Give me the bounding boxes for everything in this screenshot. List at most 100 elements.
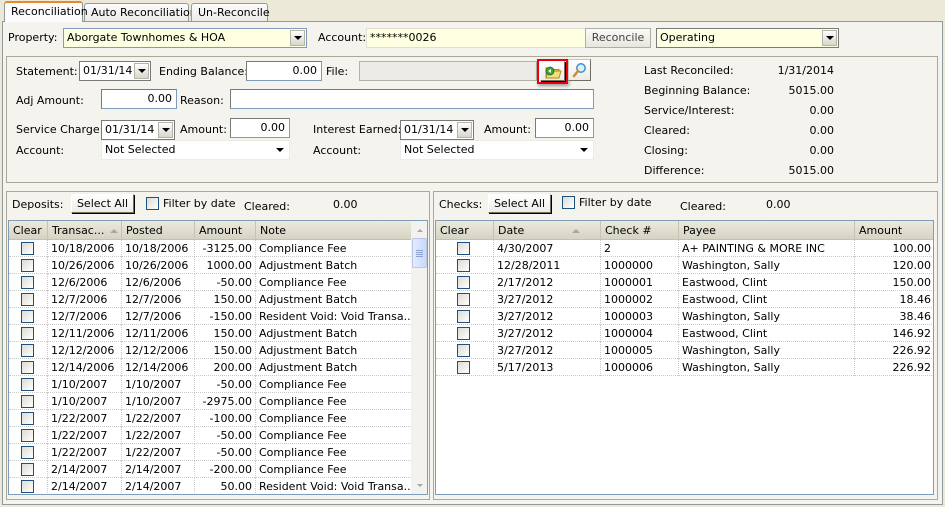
column-header-amount[interactable]: Amount [194,221,255,240]
arrow-up-icon [416,229,423,232]
reconcile-button[interactable]: Reconcile [585,28,651,48]
column-header-posted[interactable]: Posted [121,221,194,240]
tab-un-reconcile[interactable]: Un-Reconcile [191,3,270,21]
check-row[interactable]: 3/27/2012 1000003 Washington, Sally 38.46 [436,308,933,325]
interest-amount-input[interactable]: 0.00 [535,118,594,138]
scroll-down-button[interactable] [411,477,427,494]
account-select[interactable]: *******0026 [366,28,609,48]
column-header-amount[interactable]: Amount [854,221,933,240]
deposit-row[interactable]: 1/10/2007 1/10/2007 -50.00 Compliance Fee [9,376,411,393]
check-row[interactable]: 3/27/2012 1000004 Eastwood, Clint 146.92 [436,325,933,342]
cell-amount: -50.00 [194,274,255,291]
clear-checkbox[interactable] [457,327,470,340]
column-header-clear[interactable]: Clear [436,221,493,240]
column-header-note[interactable]: Note [255,221,411,240]
check-row[interactable]: 2/17/2012 1000001 Eastwood, Clint 150.00 [436,274,933,291]
clear-checkbox[interactable] [457,276,470,289]
clear-checkbox[interactable] [457,344,470,357]
clear-checkbox[interactable] [21,276,34,289]
tab-auto-reconciliation[interactable]: Auto Reconciliation [84,3,197,21]
statement-date-value: 01/31/14 [83,64,133,77]
deposits-scrollbar[interactable] [411,221,427,494]
interest-earned-date-picker[interactable]: 01/31/14 [400,120,474,140]
deposit-row[interactable]: 12/12/2006 12/12/2006 150.00 Adjustment Bat… [9,342,411,359]
clear-checkbox[interactable] [21,344,34,357]
deposit-row[interactable]: 1/22/2007 1/22/2007 -50.00 Compliance Fee [9,444,411,461]
clear-checkbox[interactable] [21,412,34,425]
clear-checkbox[interactable] [21,327,34,340]
chevron-down-icon[interactable] [457,122,472,138]
scroll-up-button[interactable] [411,222,427,239]
chevron-down-icon[interactable] [290,30,305,46]
deposit-row[interactable]: 1/22/2007 1/22/2007 -100.00 Compliance Fee [9,410,411,427]
checks-filter-checkbox[interactable] [562,196,575,209]
clear-checkbox[interactable] [21,395,34,408]
check-row[interactable]: 12/28/2011 1000000 Washington, Sally 120.00 [436,257,933,274]
service-charge-date-picker[interactable]: 01/31/14 [101,120,175,140]
clear-checkbox[interactable] [21,242,34,255]
column-header-date[interactable]: Date [493,221,600,240]
chevron-down-icon[interactable] [276,148,284,152]
deposit-row[interactable]: 2/14/2007 2/14/2007 50.00 Resident Void: Vo… [9,478,411,494]
check-row[interactable]: 5/17/2013 1000006 Washington, Sally 226.92 [436,359,933,376]
ending-balance-input[interactable]: 0.00 [246,61,322,81]
service-amount-input[interactable]: 0.00 [230,118,290,138]
deposits-filter-checkbox[interactable] [146,197,159,210]
account-type-select[interactable]: Operating [656,28,839,48]
interest-account-select[interactable]: Not Selected [400,140,594,160]
deposit-row[interactable]: 2/14/2007 2/14/2007 -200.00 Compliance Fee [9,461,411,478]
clear-checkbox[interactable] [21,480,34,493]
deposit-row[interactable]: 12/7/2006 12/7/2006 150.00 Adjustment Batch [9,291,411,308]
cell-transaction: 10/18/2006 [47,240,121,257]
clear-checkbox[interactable] [21,429,34,442]
file-input[interactable] [359,61,537,81]
deposit-row[interactable]: 1/22/2007 1/22/2007 -50.00 Compliance Fee [9,427,411,444]
property-select[interactable]: Aborgate Townhomes & HOA [63,28,307,48]
statement-date-picker[interactable]: 01/31/14 [79,61,151,81]
clear-checkbox[interactable] [457,293,470,306]
column-header-payee[interactable]: Payee [678,221,854,240]
check-row[interactable]: 3/27/2012 1000005 Washington, Sally 226.92 [436,342,933,359]
clear-checkbox[interactable] [21,293,34,306]
scroll-thumb[interactable] [412,238,427,268]
cell-clear [9,393,47,410]
chevron-down-icon[interactable] [822,30,837,46]
checks-title: Checks: [439,198,483,211]
chevron-down-icon[interactable] [580,148,588,152]
clear-checkbox[interactable] [21,259,34,272]
clear-checkbox[interactable] [21,310,34,323]
cell-clear [9,274,47,291]
open-file-button[interactable] [540,61,565,81]
checks-select-all-button[interactable]: Select All [488,194,551,213]
check-row[interactable]: 4/30/2007 2 A+ PAINTING & MORE INC 100.00 [436,240,933,257]
deposits-select-all-button[interactable]: Select All [71,194,134,213]
service-account-select[interactable]: Not Selected [101,140,290,160]
clear-checkbox[interactable] [457,242,470,255]
tab-reconciliation[interactable]: Reconciliation [4,1,88,22]
clear-checkbox[interactable] [21,463,34,476]
chevron-down-icon[interactable] [158,122,173,138]
check-row[interactable]: 3/27/2012 1000002 Eastwood, Clint 18.46 [436,291,933,308]
deposit-row[interactable]: 12/7/2006 12/7/2006 -150.00 Resident Void: … [9,308,411,325]
deposit-row[interactable]: 12/11/2006 12/11/2006 150.00 Adjustment Bat… [9,325,411,342]
deposit-row[interactable]: 12/6/2006 12/6/2006 -50.00 Compliance Fee [9,274,411,291]
clear-checkbox[interactable] [21,446,34,459]
clear-checkbox[interactable] [457,361,470,374]
clear-checkbox[interactable] [457,259,470,272]
column-header-transaction[interactable]: Transac... [47,221,121,240]
view-file-button[interactable] [568,59,591,81]
deposit-row[interactable]: 10/26/2006 10/26/2006 1000.00 Adjustment Ba… [9,257,411,274]
clear-checkbox[interactable] [21,361,34,374]
cell-posted: 2/14/2007 [121,478,194,494]
column-header-clear[interactable]: Clear [9,221,47,240]
column-header-check-number[interactable]: Check # [600,221,678,240]
deposit-row[interactable]: 12/14/2006 12/14/2006 200.00 Adjustment Bat… [9,359,411,376]
clear-checkbox[interactable] [21,378,34,391]
reason-input[interactable] [230,89,594,109]
deposit-row[interactable]: 10/18/2006 10/18/2006 -3125.00 Compliance F… [9,240,411,257]
chevron-down-icon[interactable] [134,63,149,79]
cell-transaction: 12/7/2006 [47,308,121,325]
adj-amount-input[interactable]: 0.00 [101,89,177,109]
clear-checkbox[interactable] [457,310,470,323]
deposit-row[interactable]: 1/10/2007 1/10/2007 -2975.00 Compliance Fee [9,393,411,410]
